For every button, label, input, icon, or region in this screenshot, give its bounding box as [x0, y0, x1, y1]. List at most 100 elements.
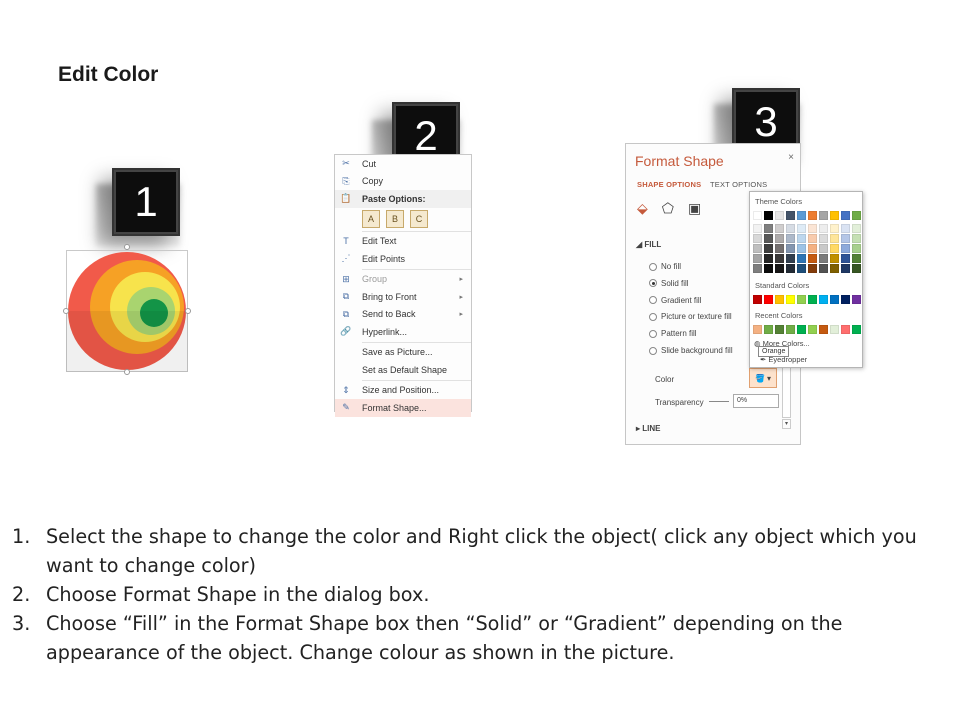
- color-swatch[interactable]: [786, 264, 795, 273]
- color-swatch[interactable]: [764, 264, 773, 273]
- menu-item-edit-points[interactable]: ⋰ Edit Points: [335, 250, 471, 268]
- color-swatch[interactable]: [808, 244, 817, 253]
- fill-option-solid-fill[interactable]: Solid fill: [649, 279, 689, 288]
- color-swatch[interactable]: [808, 211, 817, 220]
- menu-item-hyperlink[interactable]: 🔗 Hyperlink...: [335, 323, 471, 341]
- color-swatch[interactable]: [841, 244, 850, 253]
- color-swatch[interactable]: [808, 325, 817, 334]
- color-swatch[interactable]: [797, 254, 806, 263]
- color-swatch[interactable]: [753, 211, 762, 220]
- color-swatch[interactable]: [819, 224, 828, 233]
- close-icon[interactable]: ×: [788, 152, 794, 163]
- menu-item-send-to-back[interactable]: ⧉ Send to Back ▸: [335, 306, 471, 324]
- color-swatch[interactable]: [819, 254, 828, 263]
- radio-button[interactable]: [649, 296, 657, 305]
- color-swatch[interactable]: [786, 325, 795, 334]
- color-swatch[interactable]: [786, 254, 795, 263]
- fill-section-header[interactable]: ◢ FILL: [636, 240, 661, 249]
- color-swatch[interactable]: [753, 244, 762, 253]
- color-swatch[interactable]: [786, 234, 795, 243]
- menu-item-format-shape[interactable]: ✎ Format Shape...: [335, 399, 471, 417]
- color-swatch[interactable]: [830, 295, 839, 304]
- resize-handle[interactable]: [185, 308, 191, 314]
- color-swatch[interactable]: [841, 211, 850, 220]
- color-swatch[interactable]: [797, 224, 806, 233]
- color-swatch[interactable]: [797, 211, 806, 220]
- menu-item-edit-text[interactable]: T Edit Text: [335, 233, 471, 251]
- color-swatch[interactable]: [830, 325, 839, 334]
- paste-option-icon[interactable]: A: [362, 209, 380, 228]
- color-swatch[interactable]: [764, 211, 773, 220]
- color-swatch[interactable]: [808, 264, 817, 273]
- color-swatch[interactable]: [852, 244, 861, 253]
- color-swatch[interactable]: [819, 264, 828, 273]
- color-swatch[interactable]: [764, 224, 773, 233]
- color-swatch[interactable]: [852, 325, 861, 334]
- color-swatch[interactable]: [852, 224, 861, 233]
- fill-option-slide-background-fill[interactable]: Slide background fill: [649, 346, 733, 355]
- resize-handle[interactable]: [63, 308, 69, 314]
- color-swatch[interactable]: [797, 234, 806, 243]
- radio-button[interactable]: [649, 329, 657, 338]
- radio-button[interactable]: [649, 262, 657, 271]
- color-swatch[interactable]: [753, 295, 762, 304]
- line-section-header[interactable]: ▸ LINE: [636, 424, 660, 433]
- menu-item-set-as-default-shape[interactable]: Set as Default Shape: [335, 361, 471, 379]
- color-swatch[interactable]: [753, 224, 762, 233]
- color-swatch[interactable]: [786, 224, 795, 233]
- menu-item-size-and-position[interactable]: ⇕ Size and Position...: [335, 382, 471, 400]
- color-swatch[interactable]: [841, 234, 850, 243]
- color-swatch[interactable]: [830, 234, 839, 243]
- color-swatch[interactable]: [797, 264, 806, 273]
- menu-item-bring-to-front[interactable]: ⧉ Bring to Front ▸: [335, 288, 471, 306]
- color-swatch[interactable]: [786, 244, 795, 253]
- color-swatch[interactable]: [753, 254, 762, 263]
- fill-option-pattern-fill[interactable]: Pattern fill: [649, 329, 697, 338]
- color-swatch[interactable]: [764, 295, 773, 304]
- color-swatch[interactable]: [852, 234, 861, 243]
- color-swatch[interactable]: [797, 244, 806, 253]
- color-swatch[interactable]: [852, 295, 861, 304]
- fill-option-gradient-fill[interactable]: Gradient fill: [649, 296, 701, 305]
- menu-item-cut[interactable]: ✂ Cut: [335, 155, 471, 173]
- color-swatch[interactable]: [819, 234, 828, 243]
- radio-button[interactable]: [649, 346, 657, 355]
- effects-icon[interactable]: ⬠: [662, 200, 674, 217]
- menu-item-save-as-picture[interactable]: Save as Picture...: [335, 344, 471, 362]
- color-swatch[interactable]: [852, 254, 861, 263]
- color-swatch[interactable]: [852, 211, 861, 220]
- color-swatch[interactable]: [808, 224, 817, 233]
- color-swatch[interactable]: [841, 264, 850, 273]
- color-swatch[interactable]: [797, 325, 806, 334]
- radio-button[interactable]: [649, 279, 657, 288]
- color-swatch[interactable]: [819, 211, 828, 220]
- tab-shape-options[interactable]: SHAPE OPTIONS: [637, 180, 701, 189]
- color-swatch[interactable]: [775, 325, 784, 334]
- color-swatch[interactable]: [753, 264, 762, 273]
- menu-item-copy[interactable]: ⎘ Copy: [335, 173, 471, 191]
- color-swatch[interactable]: [830, 211, 839, 220]
- color-swatch[interactable]: [830, 224, 839, 233]
- color-swatch[interactable]: [775, 264, 784, 273]
- color-swatch[interactable]: [775, 254, 784, 263]
- fill-option-no-fill[interactable]: No fill: [649, 262, 681, 271]
- fill-color-button[interactable]: 🪣 ▾: [749, 368, 777, 388]
- transparency-slider[interactable]: [709, 401, 729, 402]
- resize-handle[interactable]: [124, 244, 130, 250]
- color-swatch[interactable]: [841, 224, 850, 233]
- fill-option-picture-or-texture-fill[interactable]: Picture or texture fill: [649, 312, 732, 321]
- color-swatch[interactable]: [841, 295, 850, 304]
- color-swatch[interactable]: [808, 295, 817, 304]
- radio-button[interactable]: [649, 312, 657, 321]
- concentric-target-shape[interactable]: [66, 250, 188, 372]
- menu-item-group[interactable]: ⊞ Group ▸: [335, 271, 471, 289]
- color-swatch[interactable]: [775, 295, 784, 304]
- color-swatch[interactable]: [764, 244, 773, 253]
- color-swatch[interactable]: [764, 254, 773, 263]
- tab-text-options[interactable]: TEXT OPTIONS: [710, 180, 767, 189]
- color-swatch[interactable]: [753, 325, 762, 334]
- color-swatch[interactable]: [786, 295, 795, 304]
- color-swatch[interactable]: [841, 254, 850, 263]
- scroll-down-icon[interactable]: ▾: [782, 419, 791, 429]
- paste-option-icon[interactable]: B: [386, 209, 404, 228]
